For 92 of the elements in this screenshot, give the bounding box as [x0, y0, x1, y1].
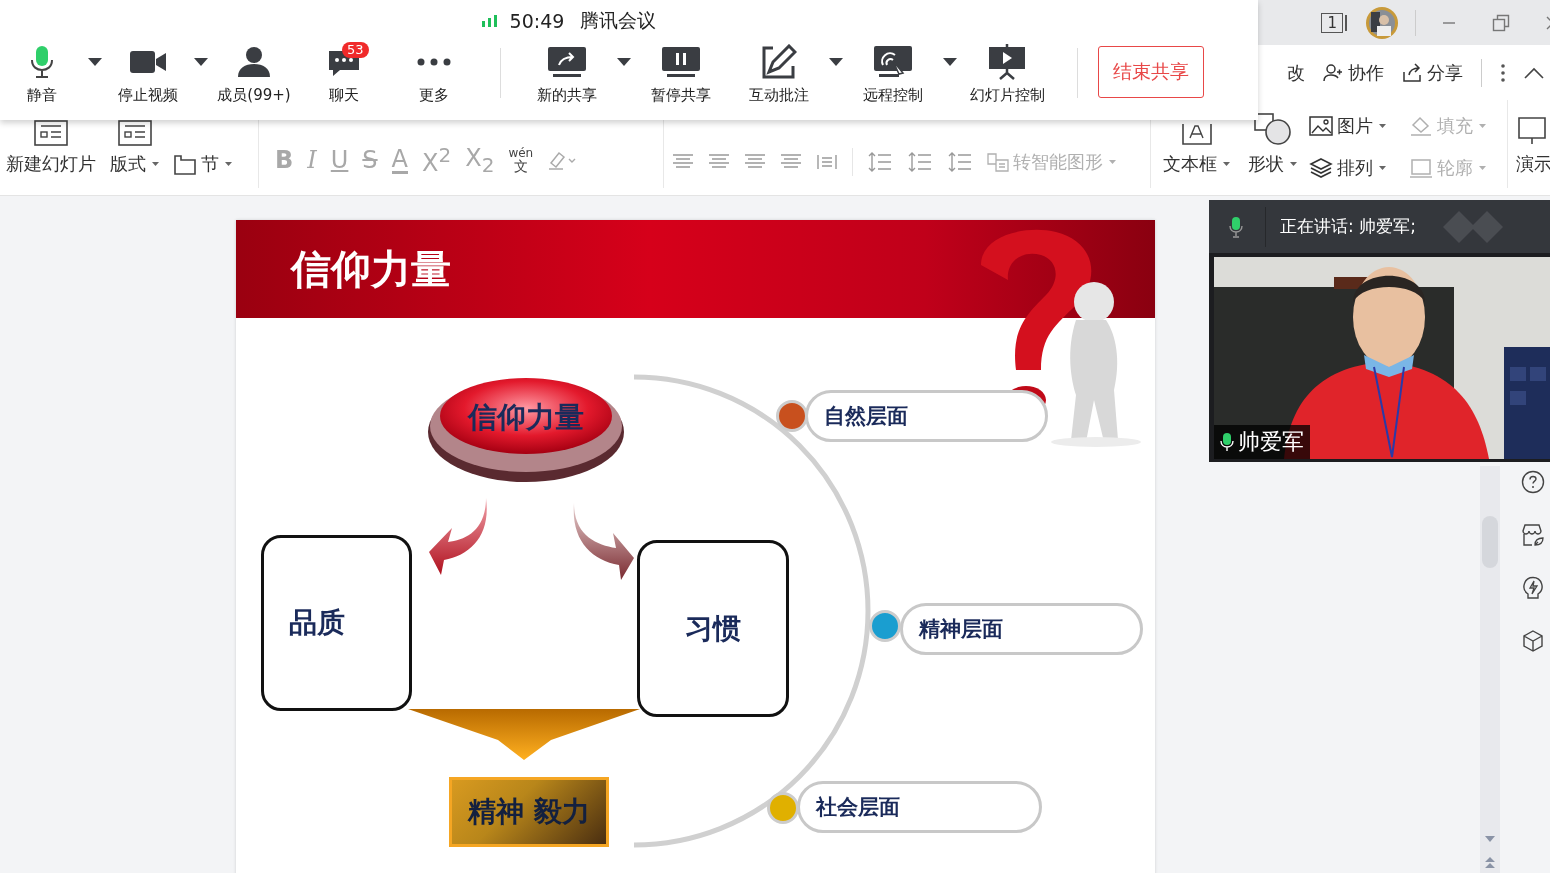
caret-icon: [1379, 166, 1386, 170]
scrollbar[interactable]: [1480, 466, 1500, 873]
count-badge: 53: [342, 42, 369, 58]
ribbon-button[interactable]: 形状: [1248, 152, 1297, 176]
slide-layout-icon: [34, 120, 68, 146]
smart-art-icon: [987, 152, 1009, 172]
concept-box: 习惯: [637, 540, 789, 717]
caret-icon[interactable]: [943, 58, 957, 66]
line-spacing-icon[interactable]: [947, 151, 973, 173]
meeting-button[interactable]: 幻灯片控制: [961, 42, 1053, 105]
cube-icon[interactable]: [1521, 629, 1545, 653]
participant-name: 帅爱军: [1214, 425, 1310, 459]
meeting-button[interactable]: 成员(99+): [212, 42, 296, 105]
caret-icon[interactable]: [194, 58, 208, 66]
meeting-button[interactable]: 静音: [0, 42, 84, 105]
caret-icon[interactable]: [617, 58, 631, 66]
image-icon: [1309, 116, 1333, 136]
pen-icon: [761, 44, 797, 80]
line-spacing-icon[interactable]: [867, 151, 893, 173]
shape-icon: [1252, 112, 1293, 146]
ribbon-button[interactable]: 新建幻灯片: [6, 152, 96, 176]
caret-icon: [1379, 124, 1386, 128]
more-options-icon[interactable]: [1500, 62, 1506, 83]
ribbon-button[interactable]: 排列: [1309, 156, 1405, 180]
caret-icon: [1223, 162, 1230, 166]
ribbon-button[interactable]: 文本框: [1163, 152, 1230, 176]
caret-icon: [225, 162, 232, 166]
meeting-button[interactable]: 互动批注: [733, 42, 825, 105]
caret-icon: [1290, 162, 1297, 166]
button-label: 信仰力量: [466, 399, 585, 436]
ribbon-button[interactable]: 节: [173, 152, 232, 176]
slide-layout-icon: [117, 120, 152, 146]
presentation-icon: [988, 44, 1026, 80]
toolbar-button[interactable]: 改: [1287, 60, 1305, 85]
restore-icon[interactable]: [1492, 13, 1510, 32]
page-up-icon[interactable]: [1485, 857, 1495, 869]
ribbon-button[interactable]: 版式: [110, 152, 159, 176]
meeting-button[interactable]: 新的共享: [521, 42, 613, 105]
video-camera-icon: [129, 49, 167, 75]
person-icon: [237, 46, 271, 78]
meeting-button[interactable]: 53 聊天: [302, 42, 386, 105]
meeting-button[interactable]: 远程控制: [847, 42, 939, 105]
more-icon: [417, 58, 451, 66]
phonetic-button[interactable]: wén 文: [508, 147, 534, 173]
monitor-icon: [1516, 116, 1546, 146]
collapse-icon[interactable]: [1524, 66, 1544, 79]
layers-icon: [1309, 157, 1333, 179]
ribbon-button[interactable]: 图片: [1309, 114, 1405, 138]
microphone-icon: [1229, 215, 1243, 238]
level-label: 精神层面: [900, 603, 1143, 655]
lightning-icon[interactable]: [1521, 576, 1545, 600]
pause-icon: [661, 46, 701, 78]
speaking-label: 正在讲话: 帅爱军;: [1280, 215, 1416, 238]
share-icon: [1402, 62, 1422, 83]
highlighter-icon[interactable]: [547, 149, 578, 171]
caret-icon: [1479, 124, 1486, 128]
help-icon[interactable]: [1521, 470, 1545, 494]
caret-icon: [152, 162, 159, 166]
align-icon[interactable]: [744, 153, 766, 171]
toolbar-button[interactable]: 协作: [1323, 60, 1384, 85]
concept-box: 精神 毅力: [449, 777, 609, 847]
caret-icon: [1479, 166, 1486, 170]
align-icon[interactable]: [816, 153, 838, 171]
end-share-button[interactable]: 结束共享: [1098, 46, 1204, 98]
concept-box: 品质: [261, 535, 412, 711]
add-user-icon: [1323, 62, 1343, 83]
slide-title: 信仰力量: [291, 244, 451, 294]
level-label: 自然层面: [805, 390, 1048, 442]
align-icon[interactable]: [780, 153, 802, 171]
level-label: 社会层面: [797, 781, 1042, 833]
meeting-button[interactable]: 暂停共享: [635, 42, 727, 105]
meeting-button[interactable]: 停止视频: [106, 42, 190, 105]
meeting-timer: 50:49: [509, 10, 565, 32]
share-screen-icon: [547, 46, 587, 78]
caret-icon: [1109, 160, 1116, 164]
line-spacing-icon[interactable]: [907, 151, 933, 173]
microphone-icon: [29, 45, 55, 79]
align-icon[interactable]: [672, 153, 694, 171]
signal-icon: [481, 15, 498, 27]
meeting-title: 腾讯会议: [580, 8, 657, 33]
paint-bucket-icon: [1409, 116, 1433, 136]
meeting-button[interactable]: 更多: [392, 42, 476, 105]
microphone-icon: [1220, 432, 1234, 452]
section-icon: [173, 153, 197, 175]
align-icon[interactable]: [708, 153, 730, 171]
caret-icon[interactable]: [88, 58, 102, 66]
caret-icon[interactable]: [829, 58, 843, 66]
toolbar-button[interactable]: 分享: [1402, 60, 1463, 85]
outline-icon: [1409, 158, 1433, 178]
remote-control-icon: [873, 45, 913, 79]
scroll-down-icon[interactable]: [1485, 836, 1495, 842]
store-icon[interactable]: [1521, 523, 1545, 547]
